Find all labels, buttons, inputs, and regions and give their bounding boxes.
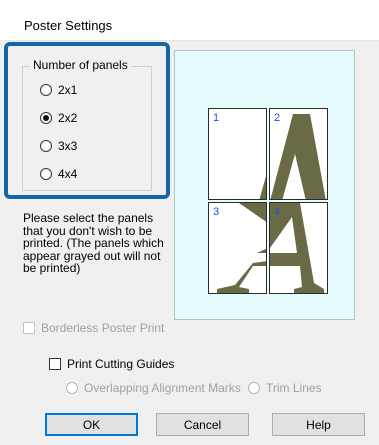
overlapping-marks-option: Overlapping Alignment Marks: [66, 381, 241, 395]
cutting-guides-label[interactable]: Print Cutting Guides: [67, 357, 174, 371]
borderless-label: Borderless Poster Print: [41, 321, 165, 335]
panel-number-1: 1: [213, 112, 220, 124]
overlapping-marks-label: Overlapping Alignment Marks: [84, 381, 241, 395]
cutting-guides-checkbox[interactable]: [49, 358, 61, 370]
dialog-title: Poster Settings: [24, 18, 113, 33]
panel-number-4: 4: [274, 206, 281, 218]
help-button[interactable]: Help: [272, 413, 365, 436]
print-cutting-guides-option[interactable]: Print Cutting Guides: [49, 357, 174, 371]
panel-number-3: 3: [213, 206, 220, 218]
trim-lines-radio: [248, 382, 260, 394]
overlapping-marks-radio: [66, 382, 78, 394]
panel-number-2: 2: [274, 112, 281, 124]
preview-panel-4[interactable]: 4: [269, 202, 328, 294]
preview-panel-2[interactable]: 2: [269, 108, 328, 200]
ok-button[interactable]: OK: [45, 413, 138, 436]
borderless-poster-print-option: Borderless Poster Print: [23, 321, 164, 335]
callout-highlight-box: [4, 42, 170, 199]
trim-lines-option: Trim Lines: [248, 381, 322, 395]
preview-panel-1[interactable]: 1: [208, 108, 267, 200]
title-bar: Poster Settings: [0, 0, 379, 40]
trim-lines-label: Trim Lines: [266, 381, 322, 395]
panel-selection-help-text: Please select the panels that you don't …: [23, 211, 164, 275]
poster-settings-dialog: Poster Settings Number of panels 2x1 2x2…: [0, 0, 379, 445]
preview-panel-3[interactable]: 3: [208, 202, 267, 294]
borderless-checkbox: [23, 322, 35, 334]
cancel-button[interactable]: Cancel: [156, 413, 249, 436]
poster-preview: 1 2 3 4: [174, 50, 355, 320]
title-divider: [0, 40, 379, 41]
